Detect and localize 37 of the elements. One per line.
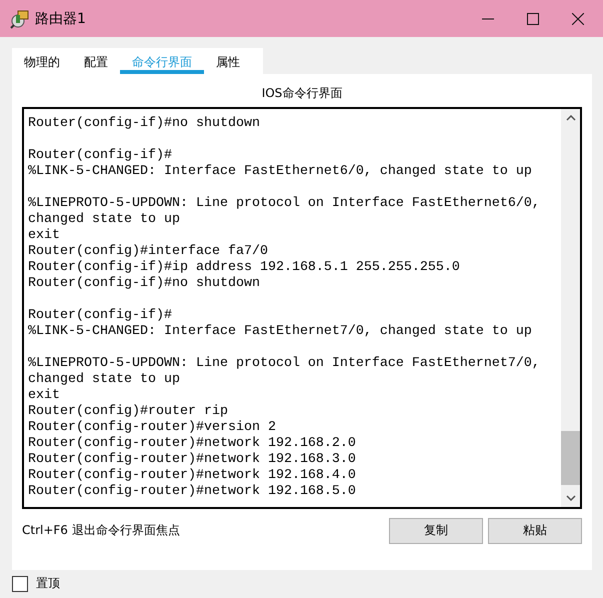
checkbox[interactable] [12,576,28,592]
console-line: Router(config-router)#network 192.168.2.0 [28,436,357,452]
console-line: changed state to up [28,212,181,228]
console-line: Router(config-router)#version 2 [28,420,277,436]
tab[interactable]: 物理的 [12,48,72,74]
console-line: Router(config)#router rip [28,404,229,420]
shortcut-hint: Ctrl+F6 退出命令行界面焦点 [22,522,180,539]
action-button[interactable]: 复制 [389,518,483,544]
console-line: Router(config-if)# [28,148,173,164]
console-line: %LINK-5-CHANGED: Interface FastEthernet7/0, changed state to up [28,324,533,340]
console-line: Router(config-if)#no shutdown [28,276,261,292]
console-line: changed state to up [28,372,181,388]
console-line: exit [28,228,61,244]
window-title: 路由器1 [35,10,86,28]
close-icon[interactable] [572,12,584,24]
console-line: %LINEPROTO-5-UPDOWN: Line protocol on Interface FastEthernet7/0, [28,356,541,372]
scroll-down-icon[interactable] [566,495,576,501]
scroll-thumb[interactable] [561,431,580,485]
console-line: Router(config-router)#network 192.168.3.0 [28,452,357,468]
action-button[interactable]: 粘贴 [488,518,582,544]
panel-title: IOS命令行界面 [260,85,344,102]
console-line: Router(config-router)#network 192.168.5.0 [28,484,357,500]
console-line: Router(config-if)#no shutdown [28,116,261,132]
console-line: %LINK-5-CHANGED: Interface FastEthernet6/0, changed state to up [28,164,533,180]
console-line: Router(config-if)# [28,308,173,324]
tab[interactable]: 配置 [72,48,120,74]
console-line: %LINEPROTO-5-UPDOWN: Line protocol on Interface FastEthernet6/0, [28,196,541,212]
console-line: Router(config-router)#network 192.168.4.0 [28,468,357,484]
console-line: Router(config-if)#ip address 192.168.5.1 255.255.255.0 [28,260,461,276]
scrollbar[interactable] [561,109,580,507]
console-line: exit [28,388,61,404]
router-icon [10,8,30,28]
checkbox-label[interactable]: 置顶 [36,575,60,592]
scroll-up-icon[interactable] [566,115,576,121]
console-line: Router(config)#interface fa7/0 [28,244,269,260]
tab[interactable]: 属性 [204,48,252,74]
maximize-icon[interactable] [527,12,539,24]
